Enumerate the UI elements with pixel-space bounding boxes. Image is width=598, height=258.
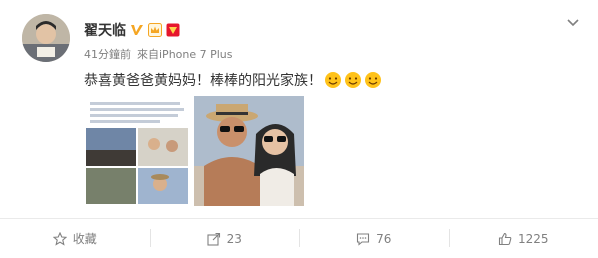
like-count: 1225 [518,232,549,246]
post-text: 恭喜黄爸爸黄妈妈！棒棒的阳光家族！ [84,70,322,90]
favorite-button[interactable]: 收藏 [0,219,150,258]
repost-count: 23 [227,232,242,246]
post-time[interactable]: 41分鐘前 [84,48,131,61]
vip-crown-icon [148,23,162,37]
thumbs-up-icon [498,232,512,246]
like-button[interactable]: 1225 [449,219,598,258]
post-text-row: 恭喜黄爸爸黄妈妈！棒棒的阳光家族！ [84,70,382,90]
post-meta: 41分鐘前來自iPhone 7 Plus [84,46,239,62]
avatar[interactable] [22,14,70,62]
sun-emoji-icon [324,71,342,89]
repost-button[interactable]: 23 [150,219,300,258]
post-source[interactable]: 來自iPhone 7 Plus [137,48,233,61]
red-badge-icon [166,23,180,37]
comment-button[interactable]: 76 [299,219,449,258]
author-name[interactable]: 翟天临 [84,20,126,40]
favorite-label: 收藏 [73,230,97,247]
repost-icon [207,232,221,246]
sun-emoji-icon [344,71,362,89]
verified-v-icon [130,23,144,37]
star-icon [53,232,67,246]
chevron-down-icon[interactable] [566,16,580,30]
comment-count: 76 [376,232,391,246]
post-action-bar: 收藏 23 76 1225 [0,218,598,258]
author-row: 翟天临 [84,20,180,40]
sun-emoji-icon [364,71,382,89]
weibo-post-card: 翟天临 41分鐘前來自iPhone 7 Plus 恭喜黄爸爸黄妈妈！棒棒的阳光家… [0,0,598,257]
post-image-collage[interactable] [84,96,190,206]
post-image-selfie[interactable] [194,96,304,206]
comment-icon [356,232,370,246]
